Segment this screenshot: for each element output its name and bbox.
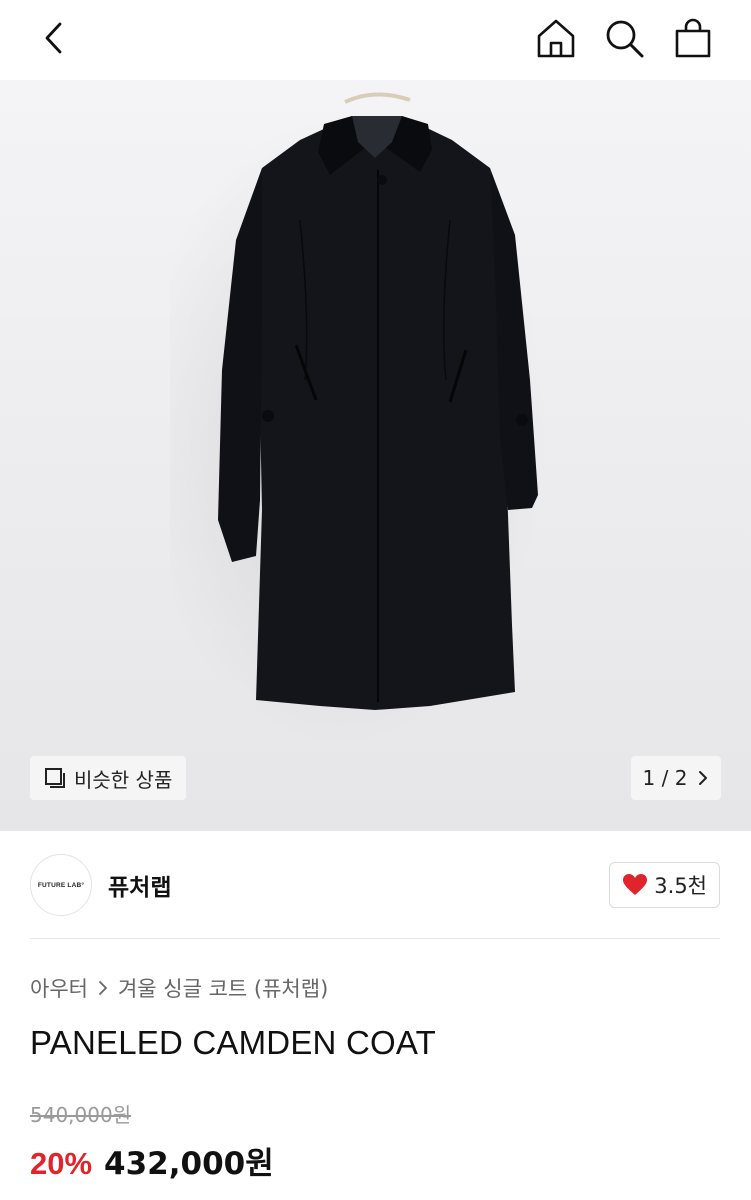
price-row: 20% 432,000원 [30, 1138, 274, 1183]
sale-price: 432,000원 [104, 1146, 274, 1182]
discount-rate: 20% [30, 1146, 93, 1181]
brand-row: FUTURE LAB° 퓨처랩 3.5천 [30, 854, 720, 916]
product-photo-coat [218, 92, 538, 710]
chevron-right-icon [699, 771, 708, 785]
search-button[interactable] [600, 14, 648, 62]
chevron-left-icon [45, 22, 62, 54]
breadcrumb-category[interactable]: 아우터 [30, 973, 88, 1003]
search-icon [606, 20, 644, 58]
similar-products-button[interactable]: 비슷한 상품 [30, 756, 187, 800]
divider [30, 938, 720, 939]
brand-name[interactable]: 퓨처랩 [108, 868, 171, 902]
shopping-bag-icon [675, 18, 711, 58]
brand-logo[interactable]: FUTURE LAB° [30, 854, 92, 916]
back-button[interactable] [30, 14, 78, 62]
breadcrumb-subcategory[interactable]: 겨울 싱글 코트 (퓨처랩) [118, 973, 328, 1003]
original-price: 540,000원 [30, 1103, 132, 1127]
breadcrumb: 아우터 겨울 싱글 코트 (퓨처랩) [30, 973, 328, 1003]
product-title: PANELED CAMDEN COAT [30, 1024, 436, 1061]
top-navigation-bar [0, 0, 751, 80]
like-count: 3.5천 [654, 874, 707, 898]
product-image-gallery[interactable]: 비슷한 상품 1 / 2 [0, 80, 751, 831]
shopping-bag-button[interactable] [669, 14, 717, 62]
similar-products-label: 비슷한 상품 [74, 767, 173, 792]
page-indicator: 1 / 2 [642, 766, 688, 790]
similar-items-icon [45, 768, 65, 788]
home-button[interactable] [532, 14, 580, 62]
gallery-pager[interactable]: 1 / 2 [631, 756, 721, 800]
heart-icon [623, 874, 648, 895]
chevron-right-icon [99, 981, 107, 995]
like-button[interactable]: 3.5천 [609, 862, 720, 908]
home-icon [537, 19, 575, 58]
